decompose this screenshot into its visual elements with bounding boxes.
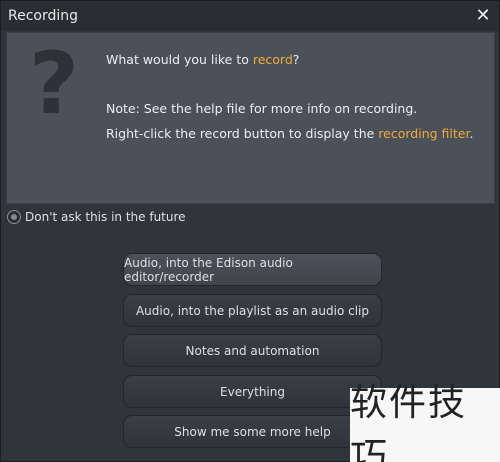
- option-more-help-button[interactable]: Show me some more help: [123, 415, 382, 448]
- dont-ask-radio[interactable]: [7, 210, 21, 224]
- recording-dialog: Recording ✕ ? What would you like to rec…: [0, 0, 500, 462]
- option-playlist-button[interactable]: Audio, into the playlist as an audio cli…: [123, 294, 382, 327]
- filter-hint-prefix: Right-click the record button to display…: [106, 126, 379, 141]
- help-note-text: Note: See the help file for more info on…: [106, 101, 418, 116]
- filter-hint-text: Right-click the record button to display…: [106, 126, 473, 141]
- dont-ask-label: Don't ask this in the future: [25, 210, 186, 224]
- filter-hint-suffix: .: [469, 126, 474, 141]
- title-bar: Recording ✕: [1, 1, 499, 31]
- dont-ask-option[interactable]: Don't ask this in the future: [7, 208, 186, 226]
- option-notes-automation-button[interactable]: Notes and automation: [123, 334, 382, 367]
- record-link[interactable]: record: [253, 52, 293, 67]
- info-panel: ? What would you like to record? Note: S…: [6, 32, 495, 204]
- prompt-suffix: ?: [292, 52, 300, 67]
- prompt-prefix: What would you like to: [106, 52, 253, 67]
- question-mark-icon: ?: [29, 34, 79, 134]
- option-edison-button[interactable]: Audio, into the Edison audio editor/reco…: [123, 253, 382, 286]
- watermark-text: 软件技巧: [350, 381, 500, 462]
- recording-filter-link[interactable]: recording filter: [378, 126, 469, 141]
- prompt-text: What would you like to record?: [106, 52, 299, 67]
- option-everything-button[interactable]: Everything: [123, 375, 382, 408]
- close-icon[interactable]: ✕: [473, 5, 493, 27]
- dialog-title: Recording: [8, 8, 79, 24]
